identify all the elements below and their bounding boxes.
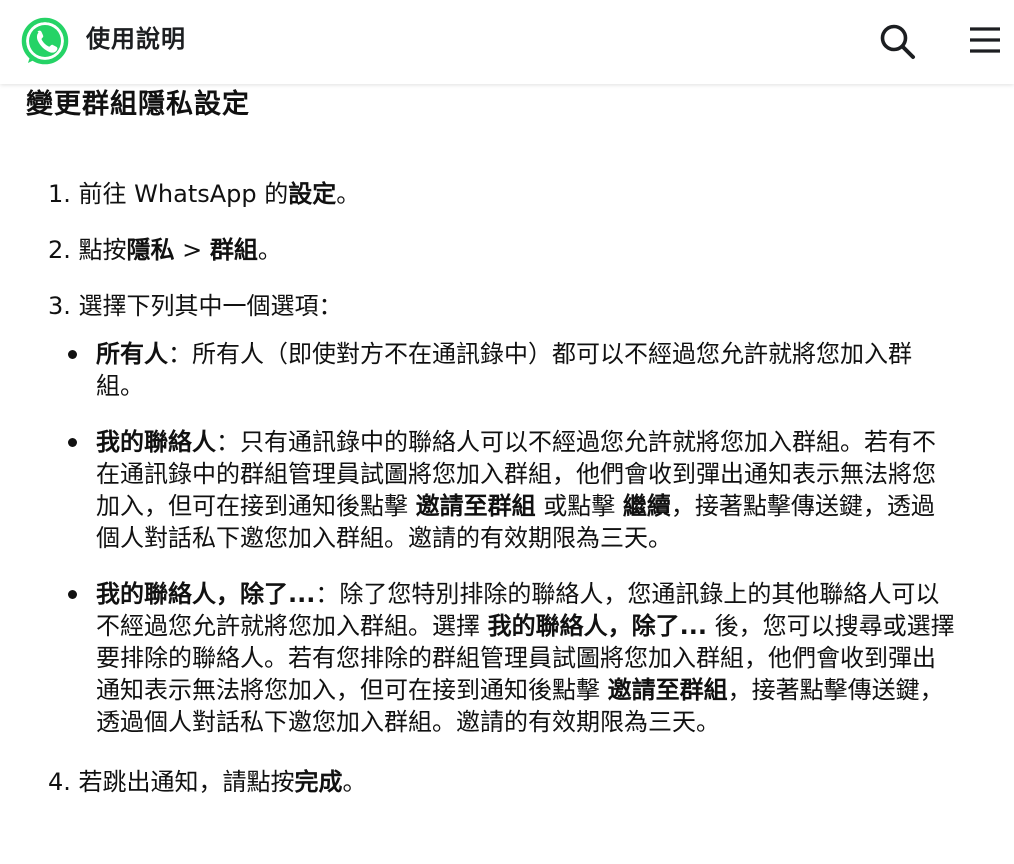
step-number: 4. <box>48 768 71 796</box>
header-title: 使用說明 <box>86 25 186 53</box>
step-text: 前往 WhatsApp 的 <box>78 180 289 208</box>
steps-list: 1. 前往 WhatsApp 的設定。 2. 點按隱私 > 群組。 3. 選擇下… <box>48 174 978 802</box>
options-list: 所有人：所有人（即使對方不在通訊錄中）都可以不經過您允許就將您加入群組。 我的聯… <box>48 338 978 738</box>
option-text: ：所有人（即使對方不在通訊錄中）都可以不經過您允許就將您加入群組。 <box>96 340 912 400</box>
step-4: 4. 若跳出通知，請點按完成。 <box>48 762 978 802</box>
search-icon[interactable] <box>876 20 918 62</box>
step-text: 若跳出通知，請點按 <box>78 768 295 796</box>
groups-label: 群組 <box>209 236 258 264</box>
continue-label: 繼續 <box>622 492 671 520</box>
step-text: 。 <box>336 180 361 208</box>
step-number: 1. <box>48 180 71 208</box>
invite-to-group-label: 邀請至群組 <box>415 492 536 520</box>
hamburger-menu-icon[interactable] <box>964 20 1004 62</box>
option-my-contacts: 我的聯絡人：只有通訊錄中的聯絡人可以不經過您允許就將您加入群組。若有不在通訊錄中… <box>48 426 956 554</box>
step-number: 3. <box>48 292 71 320</box>
whatsapp-logo-icon[interactable] <box>18 14 72 68</box>
article-title: 變更群組隱私設定 <box>26 89 250 120</box>
path-separator: > <box>174 236 210 264</box>
step-text: 。 <box>257 236 282 264</box>
step-text: 。 <box>342 768 367 796</box>
bullet-icon <box>68 590 77 599</box>
step-3: 3. 選擇下列其中一個選項： 所有人：所有人（即使對方不在通訊錄中）都可以不經過… <box>48 286 978 738</box>
done-label: 完成 <box>294 768 343 796</box>
step-number: 2. <box>48 236 71 264</box>
option-text: 或點擊 <box>535 492 623 520</box>
my-contacts-except-label: 我的聯絡人，除了... <box>487 612 707 640</box>
step-text: 選擇下列其中一個選項： <box>78 292 343 320</box>
option-label: 我的聯絡人 <box>96 428 216 456</box>
step-2: 2. 點按隱私 > 群組。 <box>48 230 978 270</box>
invite-to-group-label: 邀請至群組 <box>607 676 728 704</box>
step-1: 1. 前往 WhatsApp 的設定。 <box>48 174 978 214</box>
bullet-icon <box>68 350 77 359</box>
step-text: 點按 <box>78 236 127 264</box>
bullet-icon <box>68 438 77 447</box>
option-label: 所有人 <box>96 340 168 368</box>
option-my-contacts-except: 我的聯絡人，除了...：除了您特別排除的聯絡人，您通訊錄上的其他聯絡人可以不經過… <box>48 578 956 738</box>
settings-label: 設定 <box>288 180 337 208</box>
option-label: 我的聯絡人，除了... <box>96 580 316 608</box>
site-header: 使用說明 <box>0 0 1014 84</box>
option-everyone: 所有人：所有人（即使對方不在通訊錄中）都可以不經過您允許就將您加入群組。 <box>48 338 956 402</box>
privacy-label: 隱私 <box>126 236 175 264</box>
